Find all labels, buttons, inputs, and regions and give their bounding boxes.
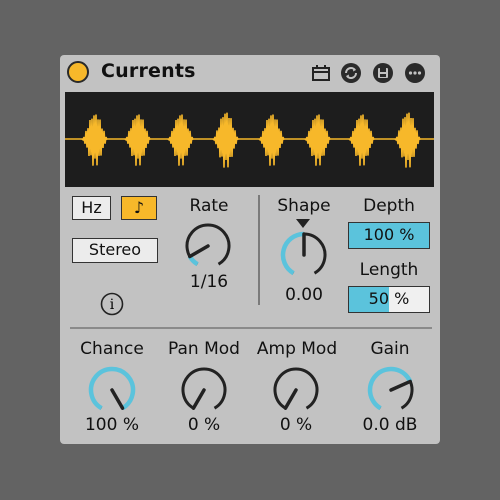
rate-label: Rate (189, 196, 229, 216)
gain-knob[interactable] (361, 362, 421, 416)
info-icon[interactable]: i (100, 292, 124, 316)
knob-pointer (191, 388, 206, 410)
knob-pointer (283, 388, 298, 410)
bottom-divider (70, 327, 432, 329)
hz-mode-button[interactable]: Hz (72, 196, 111, 220)
shape-label: Shape (277, 196, 331, 216)
length-slider[interactable]: 50 % (348, 286, 430, 313)
stereo-button[interactable]: Stereo (72, 238, 158, 263)
note-mode-button[interactable]: ♪ (121, 196, 157, 220)
chance-value: 100 % (84, 415, 139, 435)
chance-knob[interactable] (82, 362, 142, 416)
ampmod-label: Amp Mod (256, 339, 338, 359)
more-icon[interactable] (404, 62, 426, 84)
waveform-bursts (81, 112, 421, 168)
waveform-burst (304, 114, 331, 166)
depth-value: 100 % (363, 225, 415, 244)
waveform-display (65, 92, 434, 187)
waveform-burst (348, 114, 375, 166)
save-icon[interactable] (372, 62, 394, 84)
waveform-burst (258, 114, 285, 166)
waveform-burst (167, 114, 194, 166)
section-divider (258, 195, 260, 305)
panmod-label: Pan Mod (168, 339, 240, 359)
knob-pointer (188, 244, 210, 259)
length-value: 50 % (368, 289, 410, 308)
info-label: i (110, 297, 115, 313)
waveform-burst (212, 112, 239, 168)
waveform-burst (81, 114, 108, 166)
gain-value: 0.0 dB (362, 415, 418, 435)
rate-value: 1/16 (189, 272, 229, 292)
gain-label: Gain (370, 339, 410, 359)
length-label: Length (359, 260, 419, 280)
rate-knob[interactable] (178, 218, 238, 270)
panmod-knob[interactable] (174, 362, 234, 416)
device-title: Currents (101, 60, 196, 82)
depth-label: Depth (363, 196, 415, 216)
waveform-burst (124, 114, 151, 166)
knob-pointer (110, 388, 125, 410)
device-header: Currents (60, 55, 440, 91)
knob-pointer (389, 379, 412, 392)
shape-value: 0.00 (285, 285, 323, 305)
ampmod-knob[interactable] (266, 362, 326, 416)
ampmod-value: 0 % (279, 415, 313, 435)
power-toggle[interactable] (67, 61, 89, 83)
depth-slider[interactable]: 100 % (348, 222, 430, 249)
currents-device: Currents Hz ♪ Stereo i Rate 1/16 Shape 0… (60, 55, 440, 444)
shape-knob[interactable] (274, 227, 334, 279)
waveform-burst (394, 112, 421, 168)
knob-fill (280, 231, 305, 276)
chance-label: Chance (80, 339, 144, 359)
panmod-value: 0 % (187, 415, 221, 435)
calendar-icon[interactable] (310, 62, 332, 84)
sync-icon[interactable] (340, 62, 362, 84)
